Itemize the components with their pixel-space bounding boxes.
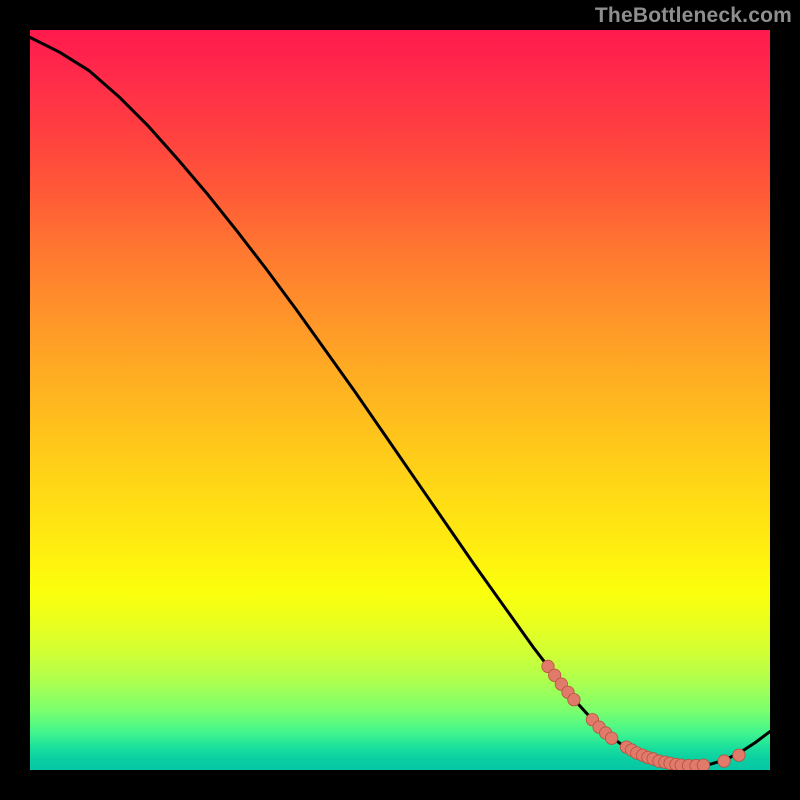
data-point-marker (697, 759, 709, 770)
watermark-text: TheBottleneck.com (595, 4, 792, 28)
data-point-marker (568, 694, 580, 706)
data-point-marker (605, 732, 617, 744)
data-point-marker (718, 755, 730, 767)
data-point-markers (542, 660, 745, 770)
data-point-marker (733, 749, 745, 761)
plot-area (30, 30, 770, 770)
chart-stage: TheBottleneck.com (0, 0, 800, 800)
chart-svg (30, 30, 770, 770)
curve-line (30, 37, 770, 765)
